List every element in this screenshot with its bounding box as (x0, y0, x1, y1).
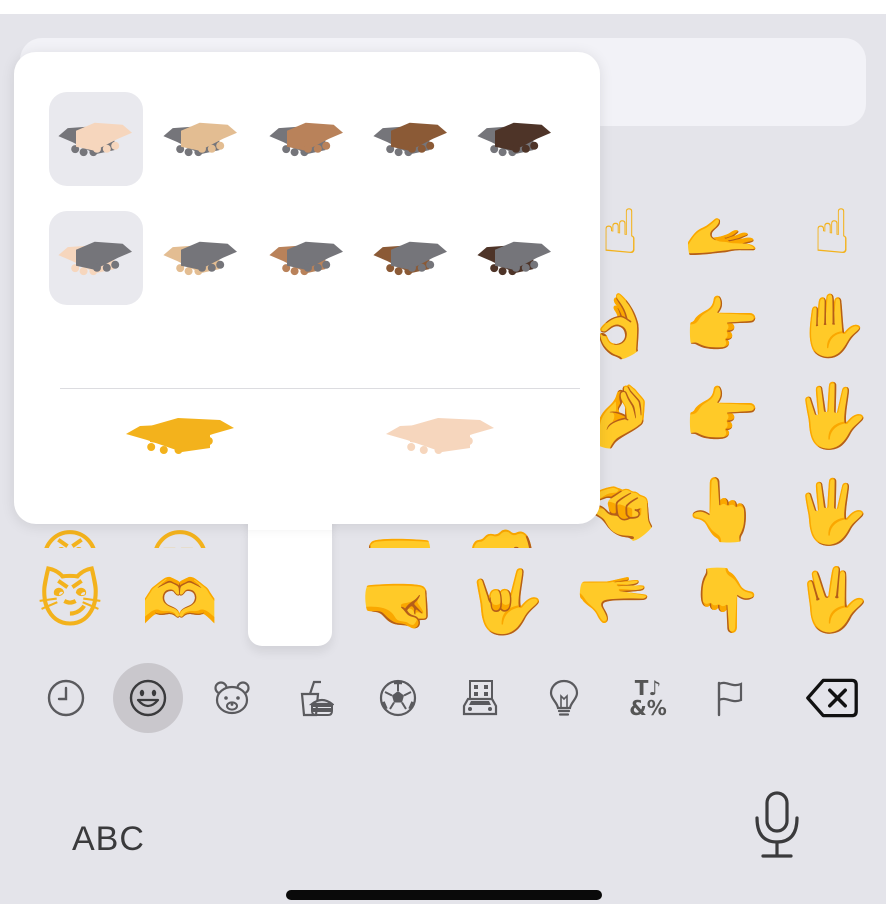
grid-emoji[interactable]: 👆 (677, 465, 767, 555)
grid-emoji[interactable]: 🫳 (569, 555, 659, 645)
handshake-dark-left-icon (477, 122, 551, 157)
grid-emoji[interactable]: ☝ (787, 187, 877, 277)
grid-emoji[interactable]: 🫶 (135, 557, 225, 647)
home-indicator (286, 890, 602, 900)
microphone-icon[interactable] (752, 790, 802, 860)
category-objects[interactable] (529, 660, 599, 736)
symbols-glyph-bottom: &% (629, 696, 667, 720)
symbols-glyph-top: T♪ (634, 676, 662, 700)
abc-key[interactable]: ABC (72, 820, 145, 859)
grid-emoji[interactable]: 🖖 (787, 555, 877, 645)
handshake-medium-dark-right-icon (373, 241, 447, 276)
category-activity[interactable] (363, 660, 433, 736)
app-background-strip (0, 0, 886, 14)
symbols-icon: T♪ &% (629, 678, 666, 718)
grid-emoji[interactable]: 👉 (677, 371, 767, 461)
soccer-ball-icon (379, 679, 417, 717)
category-recent[interactable] (31, 660, 101, 736)
grid-emoji[interactable]: 🤜 (353, 559, 443, 649)
category-travel[interactable] (445, 660, 515, 736)
flag-icon (717, 681, 743, 717)
grid-emoji[interactable]: 🖐 (787, 371, 877, 461)
skin-tone-option[interactable] (468, 92, 562, 186)
skin-tone-option[interactable] (154, 211, 248, 305)
handshake-medium-light-left-icon (163, 122, 237, 157)
grid-emoji[interactable]: 🤟 (461, 557, 551, 647)
grid-emoji[interactable]: 👇 (681, 555, 771, 645)
handshake-yellow-icon[interactable] (120, 392, 240, 476)
handshake-light-left-icon (58, 122, 132, 157)
building-car-icon (462, 680, 498, 716)
grid-emoji[interactable]: ✋ (787, 281, 877, 371)
skin-tone-option[interactable] (154, 92, 248, 186)
smiley-icon (129, 679, 167, 717)
skin-tone-option[interactable] (468, 211, 562, 305)
skin-tone-option[interactable] (260, 211, 354, 305)
handshake-light-right-icon (58, 241, 132, 276)
handshake-dark-right-icon (477, 241, 551, 276)
handshake-medium-right-icon (269, 241, 343, 276)
handshake-medium-light-right-icon (163, 241, 237, 276)
category-animals[interactable] (197, 660, 267, 736)
skin-tone-option[interactable] (260, 92, 354, 186)
skin-tone-option[interactable] (364, 92, 458, 186)
lightbulb-icon (549, 679, 579, 716)
category-bar: T♪ &% (0, 660, 886, 736)
clock-icon (47, 679, 85, 717)
food-icon (300, 680, 334, 717)
grid-emoji[interactable]: 👉 (677, 281, 767, 371)
skin-tone-option[interactable] (364, 211, 458, 305)
skin-tone-option[interactable] (49, 211, 143, 305)
handshake-light-icon[interactable] (380, 392, 500, 476)
category-smileys[interactable] (113, 660, 183, 736)
category-food[interactable] (279, 660, 349, 736)
skin-tone-option[interactable] (49, 92, 143, 186)
delete-icon (806, 678, 858, 718)
bear-icon (214, 681, 250, 715)
handshake-medium-dark-left-icon (373, 122, 447, 157)
handshake-medium-left-icon (269, 122, 343, 157)
grid-emoji[interactable]: 🖐 (787, 467, 877, 557)
popover-pointer-join (248, 490, 332, 530)
category-symbols[interactable]: T♪ &% (613, 660, 683, 736)
category-flags[interactable] (695, 660, 765, 736)
grid-emoji[interactable]: 😼 (25, 555, 115, 645)
delete-button[interactable] (802, 660, 862, 736)
popover-divider (60, 388, 580, 389)
skin-tone-popover (14, 52, 600, 524)
grid-emoji[interactable]: 🫴 (677, 191, 767, 281)
